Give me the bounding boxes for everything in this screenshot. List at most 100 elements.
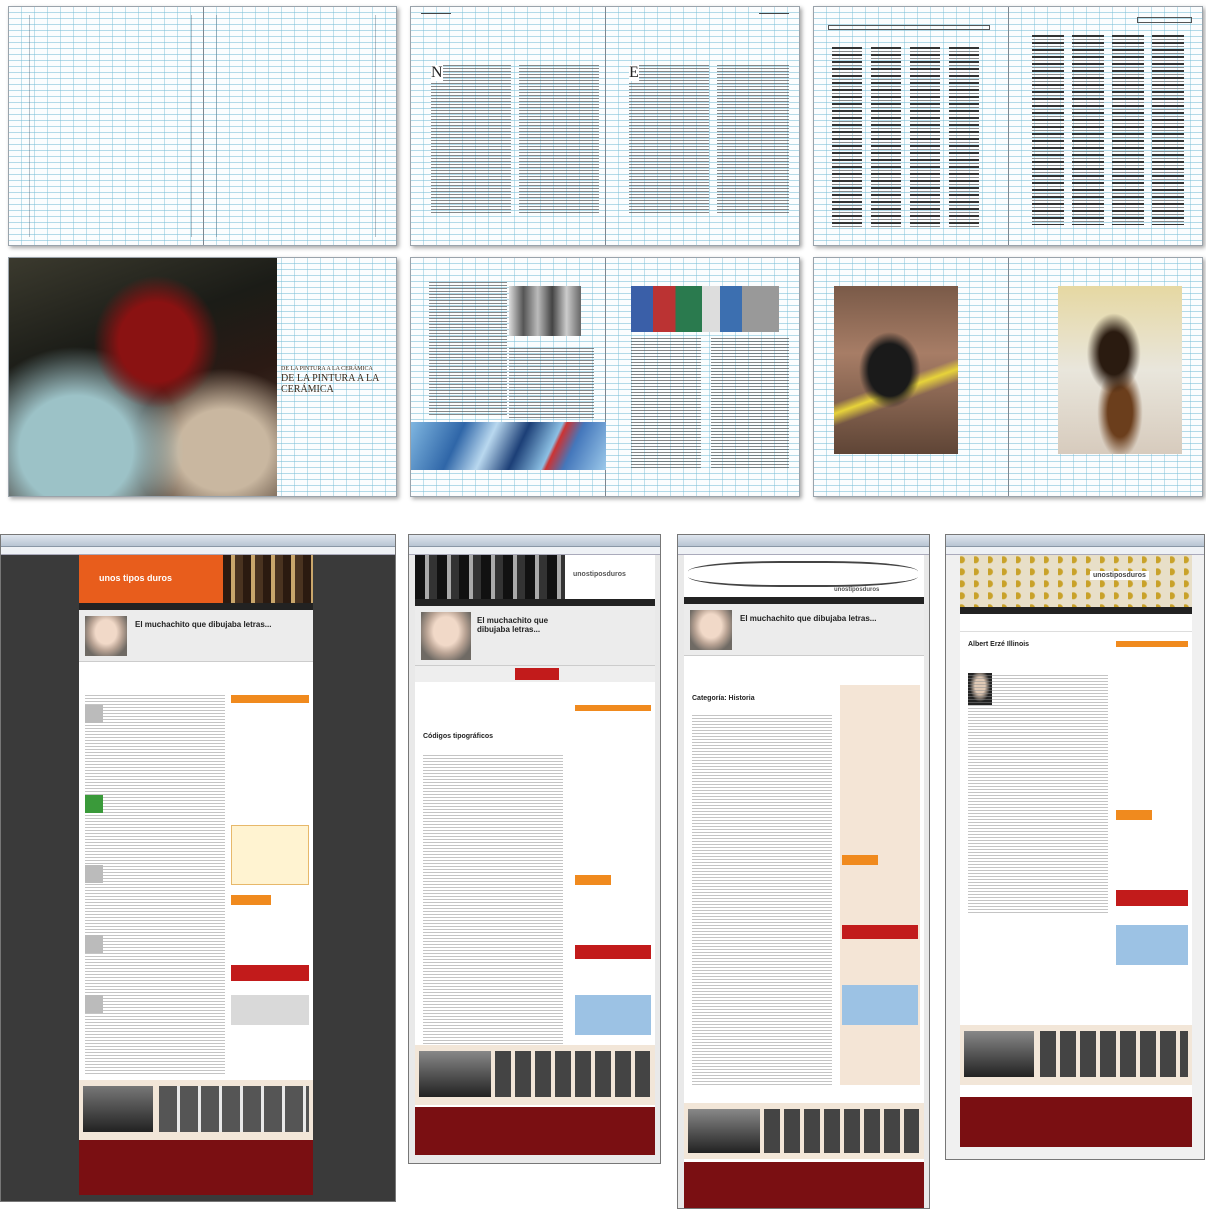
table-column (949, 47, 979, 227)
browser-screenshot-home: unos tipos duros El muchachito que dibuj… (0, 534, 396, 1202)
photo-gallery (79, 1080, 313, 1140)
sidebar-banner[interactable] (1116, 641, 1188, 647)
text-column (629, 65, 709, 215)
sidebar-ad-red[interactable] (1116, 890, 1188, 906)
gallery-image[interactable] (964, 1031, 1034, 1077)
sidebar-ad[interactable] (231, 825, 309, 885)
table-column (910, 47, 940, 227)
spread-fold (605, 7, 606, 245)
browser-address-bar (1, 547, 395, 555)
active-tab[interactable] (515, 668, 559, 680)
margin-guide (216, 15, 217, 237)
spread-fold (1008, 7, 1009, 245)
browser-screenshot-history: unostiposduros El muchachito que dibujab… (677, 534, 930, 1209)
sidebar-banner[interactable] (842, 855, 878, 865)
gallery-grid[interactable] (159, 1086, 309, 1132)
text-column (429, 282, 507, 417)
site-logo: unostiposduros (1090, 571, 1149, 580)
portrait-photo (509, 286, 581, 336)
gallery-image[interactable] (419, 1051, 491, 1097)
portrait-photo (85, 616, 127, 656)
post-list (692, 715, 832, 1085)
post-title: Albert Erzé Illinois (968, 641, 1030, 648)
spread-empty-grid (8, 6, 397, 246)
site-footer (79, 1140, 313, 1195)
post-thumbnail (85, 935, 103, 953)
photo-gallery (684, 1103, 924, 1159)
post-thumbnail (85, 795, 103, 813)
sidebar-ad[interactable] (842, 985, 918, 1025)
table-frame (828, 25, 990, 30)
site-logo: unostiposduros (573, 571, 626, 578)
site-footer (960, 1097, 1192, 1147)
gallery-grid[interactable] (764, 1109, 919, 1153)
browser-address-bar (678, 547, 929, 555)
featured-post[interactable]: El muchachito que dibujaba letras... (79, 610, 313, 662)
spread-artworks (813, 257, 1203, 497)
gallery-image[interactable] (83, 1086, 153, 1132)
nav-bar[interactable] (415, 599, 655, 606)
gallery-grid[interactable] (1040, 1031, 1188, 1077)
nav-bar[interactable] (684, 597, 924, 604)
site-logo: unostiposduros (834, 587, 880, 593)
margin-guide (375, 15, 376, 237)
website: unostiposduros El muchachito que dibujab… (684, 555, 924, 1208)
category-tabs[interactable] (415, 666, 655, 682)
portrait-photo (421, 612, 471, 660)
header-script-image (688, 561, 918, 587)
browser-toolbar (678, 535, 929, 547)
website: unos tipos duros El muchachito que dibuj… (79, 555, 313, 1195)
browser-screenshot-category: unostiposduros El muchachito que dibujab… (408, 534, 661, 1164)
sidebar-banner[interactable] (231, 695, 309, 703)
text-column (717, 65, 789, 215)
site-logo: unos tipos duros (99, 573, 172, 583)
drop-cap: N (431, 64, 443, 81)
nav-bar[interactable] (79, 603, 313, 610)
post-list (423, 755, 563, 1065)
site-header: unostiposduros (415, 555, 655, 599)
sidebar-ad[interactable] (231, 995, 309, 1025)
table-column (1112, 35, 1144, 225)
site-header: unostiposduros (684, 555, 924, 597)
featured-post[interactable]: El muchachito que dibujaba letras... (415, 606, 655, 666)
browser-screenshot-post: unostiposduros Albert Erzé Illinois (945, 534, 1205, 1160)
nav-bar[interactable] (960, 607, 1192, 614)
sidebar-ad-red[interactable] (231, 965, 309, 981)
text-column (711, 338, 789, 468)
spread-table (813, 6, 1203, 246)
gallery-grid[interactable] (495, 1051, 650, 1097)
featured-headline[interactable]: El muchachito que dibujaba letras... (740, 614, 900, 623)
sidebar-banner[interactable] (231, 895, 271, 905)
sidebar-ad-red[interactable] (842, 925, 918, 939)
sidebar-ad[interactable] (1116, 925, 1188, 965)
layout-composite: N E DE LA PINTURA A LA CERÁMICA DE LA PI… (0, 0, 1206, 1209)
running-head (759, 13, 789, 18)
browser-address-bar (409, 547, 660, 555)
gallery-image[interactable] (688, 1109, 760, 1153)
sidebar-ad-red[interactable] (575, 945, 651, 959)
sidebar-ad[interactable] (575, 995, 651, 1035)
site-footer (415, 1107, 655, 1155)
section-title: Categoría: Historia (692, 695, 755, 702)
spread-fold (1008, 258, 1009, 496)
spread-fold (202, 7, 204, 245)
section-title: Códigos tipográficos (423, 733, 493, 740)
text-column (431, 65, 511, 215)
browser-toolbar (946, 535, 1204, 547)
post-body (968, 675, 1108, 915)
featured-headline[interactable]: El muchachito que dibujaba letras... (477, 616, 567, 634)
featured-headline[interactable]: El muchachito que dibujaba letras... (135, 620, 275, 629)
website: unostiposduros Albert Erzé Illinois (960, 555, 1192, 1147)
sidebar-banner[interactable] (575, 875, 611, 885)
sidebar-banner[interactable] (575, 705, 651, 711)
photo-gallery (415, 1045, 655, 1105)
post-thumbnail (85, 995, 103, 1013)
site-header: unostiposduros (960, 555, 1192, 607)
site-header: unos tipos duros (79, 555, 313, 603)
category-strip[interactable] (960, 614, 1192, 632)
text-column (519, 65, 599, 215)
photo-gallery (960, 1025, 1192, 1085)
post-thumbnail (85, 865, 103, 883)
sidebar-banner[interactable] (1116, 810, 1152, 820)
featured-post[interactable]: El muchachito que dibujaba letras... (684, 604, 924, 656)
